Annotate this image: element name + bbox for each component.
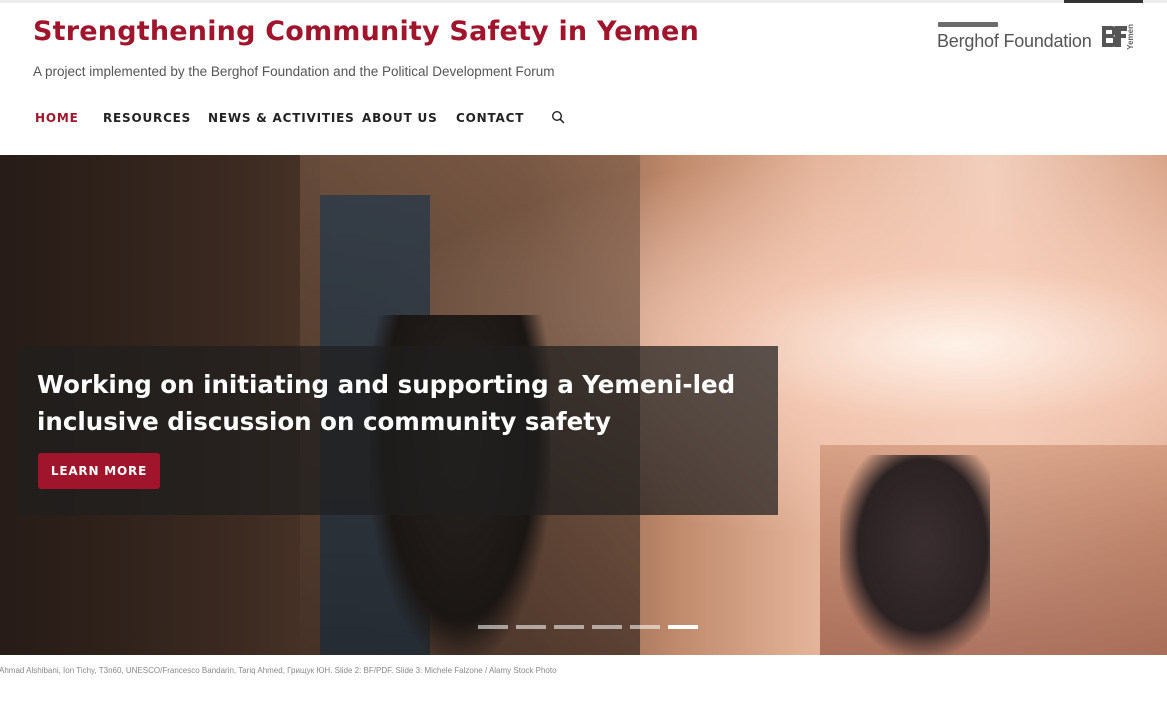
hero-photo-figure — [840, 455, 990, 655]
slider-dot-4[interactable] — [592, 625, 622, 629]
hero-slider[interactable]: Working on initiating and supporting a Y… — [0, 155, 1167, 655]
site-title[interactable]: Strengthening Community Safety in Yemen — [33, 16, 699, 47]
slider-dot-3[interactable] — [554, 625, 584, 629]
logo-bar — [938, 22, 998, 27]
hero-caption: Working on initiating and supporting a Y… — [37, 370, 736, 436]
slider-dot-6[interactable] — [668, 625, 698, 629]
bf-logo-mark-icon — [1100, 22, 1128, 50]
berghof-logo[interactable]: Berghof Foundation Yemen — [936, 20, 1141, 56]
logo-text: Berghof Foundation — [937, 31, 1092, 51]
top-rule — [0, 0, 1167, 3]
nav-item-resources[interactable]: RESOURCES — [103, 111, 191, 125]
nav-item-home[interactable]: HOME — [35, 111, 79, 125]
search-icon[interactable] — [551, 110, 565, 124]
learn-more-button[interactable]: LEARN MORE — [38, 453, 160, 489]
nav-item-contact[interactable]: CONTACT — [456, 111, 524, 125]
hero-caption-box: Working on initiating and supporting a Y… — [18, 346, 778, 515]
nav-item-about-us[interactable]: ABOUT US — [362, 111, 438, 125]
top-rule-accent — [1064, 0, 1143, 3]
site-tagline: A project implemented by the Berghof Fou… — [33, 64, 555, 79]
slider-dot-2[interactable] — [516, 625, 546, 629]
slider-dot-1[interactable] — [478, 625, 508, 629]
nav-item-news-activities[interactable]: NEWS & ACTIVITIES — [208, 111, 355, 125]
logo-sub-label: Yemen — [1126, 24, 1135, 50]
photo-credits: Ahmad Alshibani, Ion Tichy, T3n60, UNESC… — [0, 666, 557, 675]
slider-dot-5[interactable] — [630, 625, 660, 629]
